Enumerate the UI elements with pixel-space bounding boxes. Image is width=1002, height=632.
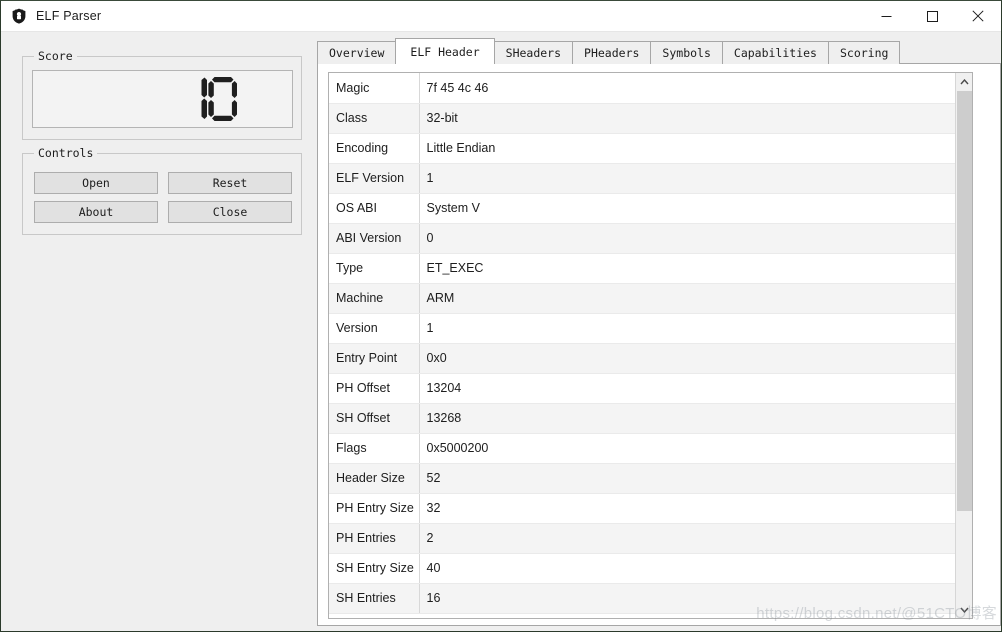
field-name-cell: PH Entry Size: [329, 493, 420, 524]
table-row[interactable]: Entry Point 0x0: [329, 343, 955, 374]
field-value-cell: 40: [419, 553, 955, 584]
table-row[interactable]: SH Offset 13268: [329, 403, 955, 434]
tab-pheaders[interactable]: PHeaders: [572, 41, 652, 64]
shield-icon: [12, 8, 26, 24]
score-group-label: Score: [34, 49, 77, 63]
table-row[interactable]: SH Entries 16: [329, 583, 955, 614]
field-name-cell: ABI Version: [329, 223, 420, 254]
field-name-cell: Machine: [329, 283, 420, 314]
field-value-cell: System V: [419, 193, 955, 224]
scrollbar-thumb[interactable]: [957, 91, 972, 511]
table-row[interactable]: Machine ARM: [329, 283, 955, 314]
close-app-button[interactable]: Close: [168, 201, 292, 223]
field-value-cell: 0x5000200: [419, 433, 955, 464]
tab-elf-header[interactable]: ELF Header: [395, 38, 495, 64]
chevron-down-icon: [959, 607, 969, 613]
field-value-cell: ET_EXEC: [419, 253, 955, 284]
field-name-cell: Type: [329, 253, 420, 284]
left-panel: Score Controls Open Reset About Close: [1, 32, 313, 631]
field-name-cell: SH Entries: [329, 583, 420, 614]
field-name-cell: Header Size: [329, 463, 420, 494]
table-row[interactable]: Magic 7f 45 4c 46: [329, 73, 955, 104]
minimize-button[interactable]: [863, 1, 909, 32]
close-icon: [972, 10, 984, 22]
field-name-cell: PH Offset: [329, 373, 420, 404]
tab-scoring[interactable]: Scoring: [827, 41, 901, 64]
field-value-cell: 32-bit: [419, 103, 955, 134]
right-panel: Overview ELF Header SHeaders PHeaders Symbol…: [317, 38, 1001, 626]
window-controls: [863, 1, 1001, 32]
app-window: ELF Parser Score Controls Open Reset Abo…: [0, 0, 1002, 632]
field-value-cell: 0: [419, 223, 955, 254]
field-value-cell: 13204: [419, 373, 955, 404]
chevron-up-icon: [959, 78, 969, 84]
maximize-button[interactable]: [909, 1, 955, 32]
controls-group: Controls Open Reset About Close: [22, 146, 302, 235]
field-value-cell: 52: [419, 463, 955, 494]
field-value-cell: 7f 45 4c 46: [419, 73, 955, 104]
table-row[interactable]: PH Entries 2: [329, 523, 955, 554]
controls-group-label: Controls: [34, 146, 98, 160]
table-row[interactable]: Class 32-bit: [329, 103, 955, 134]
table-row[interactable]: Encoding Little Endian: [329, 133, 955, 164]
vertical-scrollbar[interactable]: [955, 73, 972, 618]
elf-header-table: Magic 7f 45 4c 46 Class 32-bit Encoding Littl…: [329, 73, 955, 614]
field-value-cell: 1: [419, 313, 955, 344]
score-group: Score: [22, 49, 302, 140]
field-name-cell: Flags: [329, 433, 420, 464]
field-name-cell: PH Entries: [329, 523, 420, 554]
tab-panel-elf-header: Magic 7f 45 4c 46 Class 32-bit Encoding Littl…: [317, 63, 1001, 626]
seven-segment-score: [201, 77, 237, 121]
field-name-cell: Version: [329, 313, 420, 344]
field-name-cell: Magic: [329, 73, 420, 104]
about-button[interactable]: About: [34, 201, 158, 223]
window-title: ELF Parser: [36, 9, 102, 23]
table-row[interactable]: SH Entry Size 40: [329, 553, 955, 584]
field-name-cell: SH Entry Size: [329, 553, 420, 584]
field-name-cell: ELF Version: [329, 163, 420, 194]
maximize-icon: [926, 10, 938, 22]
table-row[interactable]: PH Offset 13204: [329, 373, 955, 404]
table-row[interactable]: OS ABI System V: [329, 193, 955, 224]
tab-bar: Overview ELF Header SHeaders PHeaders Symbol…: [317, 38, 1001, 64]
field-value-cell: 0x0: [419, 343, 955, 374]
open-button[interactable]: Open: [34, 172, 158, 194]
field-value-cell: 32: [419, 493, 955, 524]
table-row[interactable]: ABI Version 0: [329, 223, 955, 254]
table-scrollport: Magic 7f 45 4c 46 Class 32-bit Encoding Littl…: [329, 73, 955, 618]
table-row[interactable]: Header Size 52: [329, 463, 955, 494]
scroll-up-button[interactable]: [956, 73, 972, 90]
field-name-cell: Entry Point: [329, 343, 420, 374]
field-name-cell: OS ABI: [329, 193, 420, 224]
field-value-cell: ARM: [419, 283, 955, 314]
field-name-cell: Encoding: [329, 133, 420, 164]
table-row[interactable]: ELF Version 1: [329, 163, 955, 194]
tab-capabilities[interactable]: Capabilities: [721, 41, 829, 64]
reset-button[interactable]: Reset: [168, 172, 292, 194]
title-bar: ELF Parser: [1, 1, 1001, 32]
table-row[interactable]: Flags 0x5000200: [329, 433, 955, 464]
field-name-cell: Class: [329, 103, 420, 134]
tab-overview[interactable]: Overview: [317, 41, 397, 64]
field-value-cell: 1: [419, 163, 955, 194]
field-name-cell: SH Offset: [329, 403, 420, 434]
close-window-button[interactable]: [955, 1, 1001, 32]
field-value-cell: 2: [419, 523, 955, 554]
table-row[interactable]: PH Entry Size 32: [329, 493, 955, 524]
field-value-cell: Little Endian: [419, 133, 955, 164]
field-value-cell: 13268: [419, 403, 955, 434]
tab-symbols[interactable]: Symbols: [650, 41, 723, 64]
table-row[interactable]: Version 1: [329, 313, 955, 344]
score-display: [32, 70, 293, 128]
field-value-cell: 16: [419, 583, 955, 614]
table-row[interactable]: Type ET_EXEC: [329, 253, 955, 284]
elf-header-table-container: Magic 7f 45 4c 46 Class 32-bit Encoding Littl…: [328, 72, 973, 619]
scroll-down-button[interactable]: [956, 601, 972, 618]
tab-sheaders[interactable]: SHeaders: [493, 41, 574, 64]
minimize-icon: [881, 15, 891, 17]
